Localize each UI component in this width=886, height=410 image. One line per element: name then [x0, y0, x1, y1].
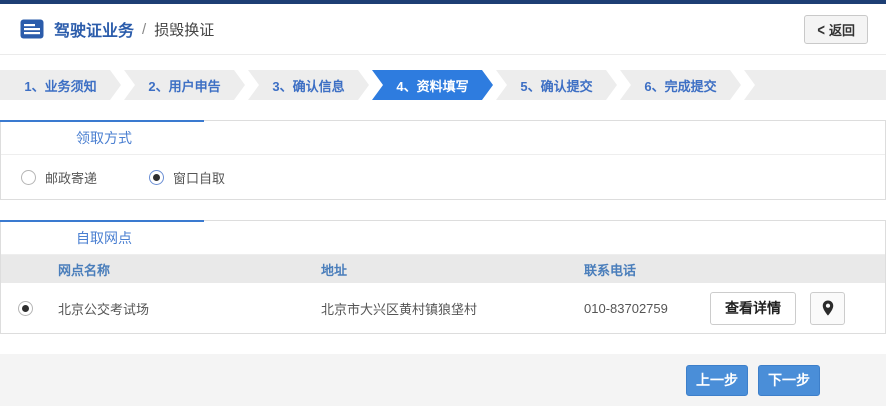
column-header-address: 地址	[321, 262, 348, 278]
radio-unselected-icon[interactable]	[21, 169, 36, 185]
breadcrumb-separator: /	[142, 20, 147, 38]
pickup-options-row: 邮政寄递 窗口自取	[1, 155, 885, 199]
page-header: 驾驶证业务 / 损毁换证 < 返回	[0, 4, 886, 55]
pickup-option-window[interactable]: 窗口自取	[149, 168, 225, 187]
step-6-complete[interactable]: 6、完成提交	[620, 70, 741, 100]
step-2-declaration[interactable]: 2、用户申告	[124, 70, 245, 100]
pickup-outlets-section: 自取网点 网点名称 地址 联系电话 北京公交考试场 北京市大兴区黄村镇狼垡村 0…	[0, 220, 886, 334]
license-list-icon	[20, 19, 44, 39]
pickup-option-postal[interactable]: 邮政寄递	[21, 168, 97, 187]
radio-selected-icon[interactable]	[149, 169, 165, 185]
map-location-button[interactable]	[810, 291, 845, 325]
step-5-confirm-submit[interactable]: 5、确认提交	[496, 70, 617, 100]
column-header-phone: 联系电话	[584, 262, 637, 278]
pickup-outlets-title: 自取网点	[1, 221, 885, 255]
pickup-option-label: 邮政寄递	[45, 170, 98, 186]
step-wizard: 1、业务须知 2、用户申告 3、确认信息 4、资料填写 5、确认提交 6、完成提…	[0, 70, 886, 100]
outlet-name: 北京公交考试场	[58, 301, 150, 317]
outlet-phone: 010-83702759	[584, 300, 668, 316]
outlets-table-header: 网点名称 地址 联系电话	[1, 255, 885, 283]
radio-selected-icon[interactable]	[17, 300, 33, 316]
back-button[interactable]: < 返回	[804, 14, 868, 44]
pickup-method-section: 领取方式 邮政寄递 窗口自取	[0, 120, 886, 200]
step-filler	[744, 70, 886, 100]
back-button-label: 返回	[828, 22, 855, 38]
footer-actions: 上一步 下一步	[0, 354, 886, 406]
chevron-left-icon: <	[817, 19, 825, 39]
map-pin-icon	[822, 300, 833, 316]
step-3-confirm-info[interactable]: 3、确认信息	[248, 70, 369, 100]
pickup-method-title: 领取方式	[1, 121, 885, 155]
breadcrumb-current: 损毁换证	[154, 21, 215, 39]
outlet-address: 北京市大兴区黄村镇狼垡村	[321, 301, 478, 317]
outlet-phone-actions-cell: 010-83702759 查看详情	[584, 291, 885, 325]
step-4-fill-data[interactable]: 4、资料填写	[372, 70, 493, 100]
page-title: 驾驶证业务	[54, 23, 135, 40]
outlet-row: 北京公交考试场 北京市大兴区黄村镇狼垡村 010-83702759 查看详情	[1, 283, 885, 333]
step-1-notice[interactable]: 1、业务须知	[0, 70, 121, 100]
pickup-option-label: 窗口自取	[173, 170, 226, 186]
view-details-button[interactable]: 查看详情	[710, 291, 796, 325]
outlet-radio-cell	[1, 300, 58, 316]
previous-step-button[interactable]: 上一步	[686, 364, 748, 396]
column-header-name: 网点名称	[58, 262, 111, 278]
next-step-button[interactable]: 下一步	[758, 364, 820, 396]
